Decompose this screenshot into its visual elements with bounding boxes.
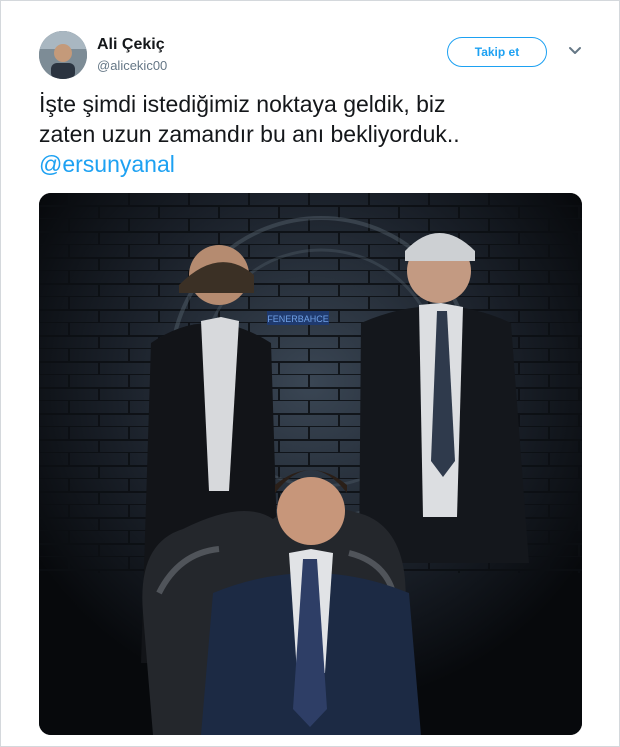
user-avatar[interactable] [39, 31, 87, 79]
tweet-card: Ali Çekiç @alicekic00 Takip et İşte şimd… [0, 0, 620, 747]
mention-link[interactable]: @ersunyanal [39, 149, 599, 179]
tweet-header: Ali Çekiç @alicekic00 Takip et [39, 31, 599, 81]
tweet-media-image[interactable]: FENERBAHCE [39, 193, 582, 735]
tweet-text-line: İşte şimdi istediğimiz noktaya geldik, b… [39, 91, 446, 117]
sign-text: FENERBAHCE [267, 314, 329, 324]
display-name[interactable]: Ali Çekiç [97, 36, 167, 54]
tweet-text: İşte şimdi istediğimiz noktaya geldik, b… [39, 89, 599, 179]
user-names: Ali Çekiç @alicekic00 [97, 36, 167, 73]
follow-button[interactable]: Takip et [447, 37, 547, 67]
tweet-text-line: zaten uzun zamandır bu anı bekliyorduk.. [39, 121, 460, 147]
user-handle[interactable]: @alicekic00 [97, 58, 167, 73]
media-photo: FENERBAHCE [39, 193, 582, 735]
chevron-down-icon[interactable] [567, 43, 583, 59]
user-avatar-photo-icon [39, 31, 87, 79]
